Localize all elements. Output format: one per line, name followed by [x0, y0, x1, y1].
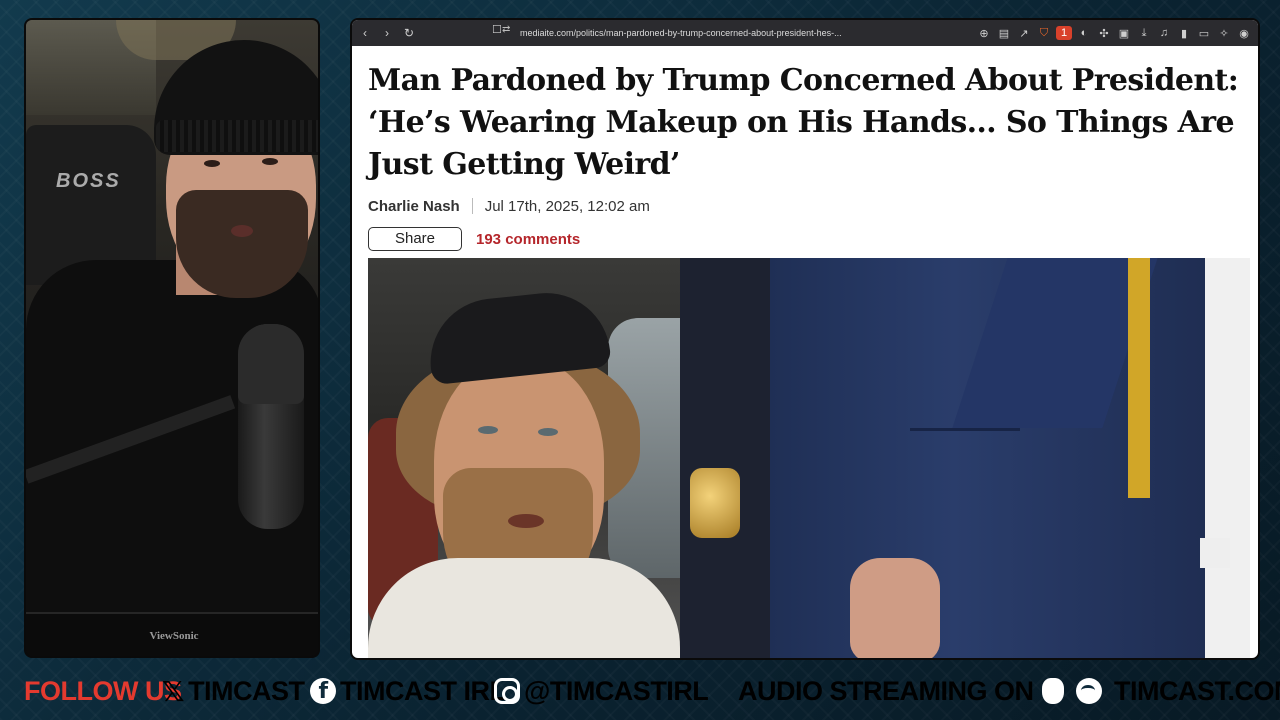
- monitor-brand: ViewSonic: [149, 630, 199, 642]
- sidebar-icon[interactable]: ▮: [1176, 24, 1192, 42]
- man-eye-left: [478, 426, 498, 434]
- puzzle-icon[interactable]: ✣: [1096, 24, 1112, 42]
- facebook-handle-text: TIMCAST IRL: [340, 675, 506, 706]
- byline-divider: [471, 198, 473, 214]
- x-icon: 𝕏: [162, 674, 185, 708]
- instagram-handle-text: @TIMCASTIRL: [524, 675, 709, 706]
- wallet-icon[interactable]: ▭: [1196, 24, 1212, 42]
- x-handle-text: TIMCAST: [188, 675, 305, 706]
- site-url: TIMCAST.COM: [1114, 675, 1280, 706]
- suit-pocket: [910, 428, 1020, 478]
- beanie-rib: [156, 120, 318, 152]
- comments-link[interactable]: 193 comments: [476, 231, 580, 248]
- x-handle: 𝕏 TIMCAST: [162, 674, 305, 708]
- chair-logo: BOSS: [56, 170, 121, 192]
- music-icon[interactable]: ♫: [1156, 24, 1172, 42]
- browser-toolbar: ‹ › ↻ ☐ ⇄ mediaite.com/politics/man-pard…: [352, 20, 1258, 46]
- tank-top: [368, 558, 680, 658]
- tab-icon[interactable]: ▣: [1116, 24, 1132, 42]
- publish-date: Jul 17th, 2025, 12:02 am: [484, 197, 650, 215]
- audio-streaming: AUDIO STREAMING ON: [738, 675, 1106, 707]
- instagram-handle: @TIMCASTIRL: [494, 675, 709, 707]
- white-wall: [1205, 258, 1250, 658]
- apple-icon: [1041, 678, 1064, 704]
- gold-tie: [1128, 258, 1150, 498]
- article-image: [368, 258, 1250, 658]
- background-figure: [680, 258, 780, 658]
- facebook-icon: f: [310, 678, 336, 704]
- byline: Charlie Nash Jul 17th, 2025, 12:02 am: [368, 194, 1248, 218]
- audio-streaming-text: AUDIO STREAMING ON: [738, 675, 1034, 706]
- article-actions: Share 193 comments: [368, 226, 1248, 252]
- forward-icon[interactable]: ›: [378, 24, 396, 42]
- browser-window: ‹ › ↻ ☐ ⇄ mediaite.com/politics/man-pard…: [350, 18, 1260, 660]
- man-mouth: [508, 514, 544, 528]
- extension-badge-icon[interactable]: 1: [1056, 26, 1072, 40]
- article-headline: Man Pardoned by Trump Concerned About Pr…: [368, 63, 1239, 182]
- back-icon[interactable]: ‹: [356, 24, 374, 42]
- ai-icon[interactable]: ✧: [1216, 24, 1232, 42]
- image-right-suit-hand: [680, 258, 1250, 658]
- vpn-icon[interactable]: ◉: [1236, 24, 1252, 42]
- image-left-man-in-car: [368, 258, 680, 658]
- toolbar-right: ⊕ ▤ ↗ ⛉ 1 ◐ ✣ ▣ ⤓ ♫ ▮ ▭ ✧ ◉: [976, 20, 1252, 46]
- zoom-icon[interactable]: ⊕: [976, 24, 992, 42]
- site-settings-icon[interactable]: ⇄: [502, 24, 510, 35]
- gold-object: [690, 468, 740, 538]
- host-eye-left: [204, 160, 220, 167]
- hand: [850, 558, 940, 658]
- follow-us-label: FOLLOW US: [24, 675, 182, 706]
- host-mouth: [231, 225, 253, 237]
- microphone-grill: [238, 324, 304, 404]
- host-beard: [176, 190, 308, 298]
- download-icon[interactable]: ⤓: [1136, 24, 1152, 42]
- shield-icon[interactable]: ⛉: [1036, 24, 1052, 42]
- instagram-icon: [494, 678, 520, 704]
- reload-icon[interactable]: ↻: [400, 24, 418, 42]
- article: Man Pardoned by Trump Concerned About Pr…: [368, 60, 1248, 252]
- spotify-icon: [1075, 678, 1102, 704]
- webcam-panel: BOSS ViewSonic: [24, 18, 320, 658]
- share-page-icon[interactable]: ↗: [1016, 24, 1032, 42]
- extension-icon[interactable]: ◐: [1076, 24, 1092, 42]
- bookmark-icon[interactable]: ☐: [492, 23, 502, 36]
- share-button[interactable]: Share: [368, 227, 462, 251]
- shirt-cuff: [1200, 538, 1230, 568]
- author-link[interactable]: Charlie Nash: [368, 198, 460, 215]
- host-eye-right: [262, 158, 278, 165]
- reader-icon[interactable]: ▤: [996, 24, 1012, 42]
- address-bar[interactable]: mediaite.com/politics/man-pardoned-by-tr…: [520, 24, 1000, 42]
- man-eye-right: [538, 428, 558, 436]
- facebook-handle: f TIMCAST IRL: [310, 675, 506, 707]
